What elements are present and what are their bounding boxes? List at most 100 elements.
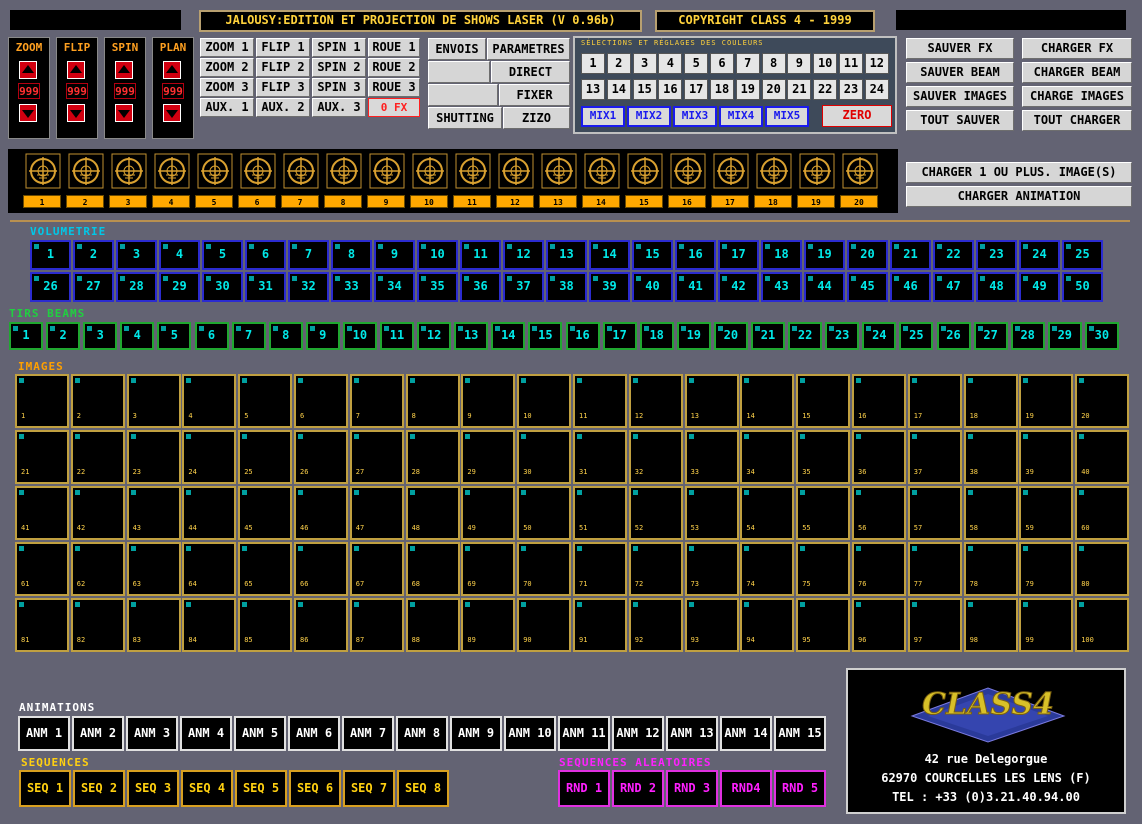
image-slot-78[interactable]: 78 (963, 542, 1018, 596)
image-slot-93[interactable]: 93 (684, 598, 739, 652)
fx-aux-3-button[interactable]: AUX. 3 (312, 98, 366, 117)
image-slot-16[interactable]: 16 (852, 374, 906, 428)
image-slot-24[interactable]: 24 (182, 430, 237, 484)
projector-11[interactable]: 11 (453, 153, 491, 211)
image-slot-7[interactable]: 7 (349, 374, 404, 428)
volumetrie-20-button[interactable]: 20 (847, 240, 888, 270)
volumetrie-46-button[interactable]: 46 (890, 272, 931, 302)
image-slot-28[interactable]: 28 (405, 430, 460, 484)
image-slot-20[interactable]: 20 (1075, 374, 1130, 428)
charger-fx-button[interactable]: CHARGER FX (1022, 38, 1132, 59)
image-slot-29[interactable]: 29 (461, 430, 516, 484)
color-1-button[interactable]: 1 (581, 53, 605, 74)
image-slot-49[interactable]: 49 (461, 486, 516, 540)
projector-10[interactable]: 10 (410, 153, 448, 211)
tir-beam-3-button[interactable]: 3 (83, 322, 118, 350)
image-slot-30[interactable]: 30 (517, 430, 572, 484)
image-slot-90[interactable]: 90 (517, 598, 572, 652)
volumetrie-26-button[interactable]: 26 (30, 272, 71, 302)
animation-13-button[interactable]: ANM 13 (666, 716, 718, 751)
image-slot-39[interactable]: 39 (1019, 430, 1074, 484)
volumetrie-50-button[interactable]: 50 (1062, 272, 1103, 302)
volumetrie-27-button[interactable]: 27 (73, 272, 114, 302)
fx-flip-2-button[interactable]: FLIP 2 (256, 58, 310, 77)
projector-12[interactable]: 12 (496, 153, 534, 211)
volumetrie-13-button[interactable]: 13 (546, 240, 587, 270)
volumetrie-49-button[interactable]: 49 (1019, 272, 1060, 302)
random-sequence-1-button[interactable]: RND 1 (558, 770, 610, 807)
volumetrie-16-button[interactable]: 16 (675, 240, 716, 270)
image-slot-32[interactable]: 32 (628, 430, 683, 484)
projector-8[interactable]: 8 (324, 153, 362, 211)
image-slot-79[interactable]: 79 (1019, 542, 1074, 596)
volumetrie-7-button[interactable]: 7 (288, 240, 329, 270)
tir-beam-5-button[interactable]: 5 (157, 322, 192, 350)
projector-1[interactable]: 1 (23, 153, 61, 211)
volumetrie-6-button[interactable]: 6 (245, 240, 286, 270)
animation-7-button[interactable]: ANM 7 (342, 716, 394, 751)
random-sequence-4-button[interactable]: RND4 (720, 770, 772, 807)
control-value[interactable]: 999 (162, 83, 184, 99)
projector-20[interactable]: 20 (840, 153, 878, 211)
projector-13[interactable]: 13 (539, 153, 577, 211)
volumetrie-14-button[interactable]: 14 (589, 240, 630, 270)
projector-3[interactable]: 3 (109, 153, 147, 211)
image-slot-13[interactable]: 13 (684, 374, 739, 428)
image-slot-87[interactable]: 87 (349, 598, 404, 652)
volumetrie-44-button[interactable]: 44 (804, 272, 845, 302)
image-slot-66[interactable]: 66 (294, 542, 348, 596)
color-4-button[interactable]: 4 (658, 53, 683, 74)
tir-beam-11-button[interactable]: 11 (380, 322, 414, 350)
tir-beam-20-button[interactable]: 20 (713, 322, 748, 350)
image-slot-10[interactable]: 10 (517, 374, 572, 428)
image-slot-61[interactable]: 61 (15, 542, 69, 596)
projector-19[interactable]: 19 (797, 153, 835, 211)
fx-flip-1-button[interactable]: FLIP 1 (256, 38, 310, 57)
image-slot-65[interactable]: 65 (238, 542, 293, 596)
arrow-down-icon[interactable] (115, 104, 133, 122)
fx-roue-2-button[interactable]: ROUE 2 (368, 58, 420, 77)
image-slot-11[interactable]: 11 (573, 374, 627, 428)
mix4-button[interactable]: MIX4 (719, 106, 763, 127)
animation-11-button[interactable]: ANM 11 (558, 716, 610, 751)
image-slot-76[interactable]: 76 (852, 542, 906, 596)
volumetrie-1-button[interactable]: 1 (30, 240, 71, 270)
tir-beam-24-button[interactable]: 24 (862, 322, 897, 350)
volumetrie-8-button[interactable]: 8 (331, 240, 372, 270)
image-slot-27[interactable]: 27 (349, 430, 404, 484)
animation-8-button[interactable]: ANM 8 (396, 716, 448, 751)
image-slot-81[interactable]: 81 (15, 598, 69, 652)
parametres-button[interactable]: PARAMETRES (487, 38, 570, 60)
mix1-button[interactable]: MIX1 (581, 106, 625, 127)
volumetrie-19-button[interactable]: 19 (804, 240, 845, 270)
color-6-button[interactable]: 6 (710, 53, 734, 74)
tir-beam-10-button[interactable]: 10 (342, 322, 377, 350)
image-slot-53[interactable]: 53 (684, 486, 739, 540)
image-slot-36[interactable]: 36 (852, 430, 906, 484)
volumetrie-47-button[interactable]: 47 (933, 272, 974, 302)
color-23-button[interactable]: 23 (839, 79, 863, 100)
animation-4-button[interactable]: ANM 4 (180, 716, 232, 751)
image-slot-34[interactable]: 34 (740, 430, 795, 484)
volumetrie-45-button[interactable]: 45 (847, 272, 888, 302)
color-10-button[interactable]: 10 (813, 53, 838, 74)
tir-beam-28-button[interactable]: 28 (1010, 322, 1045, 350)
image-slot-58[interactable]: 58 (963, 486, 1018, 540)
tir-beam-14-button[interactable]: 14 (491, 322, 526, 350)
image-slot-74[interactable]: 74 (740, 542, 795, 596)
image-slot-8[interactable]: 8 (405, 374, 460, 428)
image-slot-57[interactable]: 57 (907, 486, 962, 540)
volumetrie-12-button[interactable]: 12 (503, 240, 544, 270)
color-24-button[interactable]: 24 (864, 79, 889, 100)
volumetrie-39-button[interactable]: 39 (589, 272, 630, 302)
image-slot-33[interactable]: 33 (684, 430, 739, 484)
mix5-button[interactable]: MIX5 (765, 106, 809, 127)
random-sequence-3-button[interactable]: RND 3 (666, 770, 718, 807)
sequence-1-button[interactable]: SEQ 1 (19, 770, 71, 807)
direct-left-blank[interactable] (428, 61, 490, 83)
image-slot-37[interactable]: 37 (907, 430, 962, 484)
arrow-down-icon[interactable] (67, 104, 85, 122)
image-slot-84[interactable]: 84 (182, 598, 237, 652)
volumetrie-42-button[interactable]: 42 (718, 272, 759, 302)
image-slot-68[interactable]: 68 (405, 542, 460, 596)
